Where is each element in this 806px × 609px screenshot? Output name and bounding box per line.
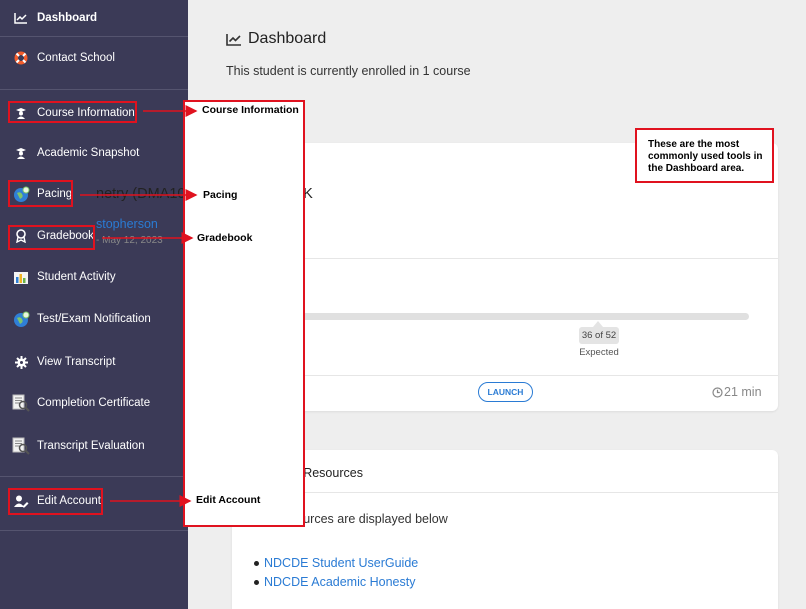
annotation-arrows (80, 105, 198, 507)
